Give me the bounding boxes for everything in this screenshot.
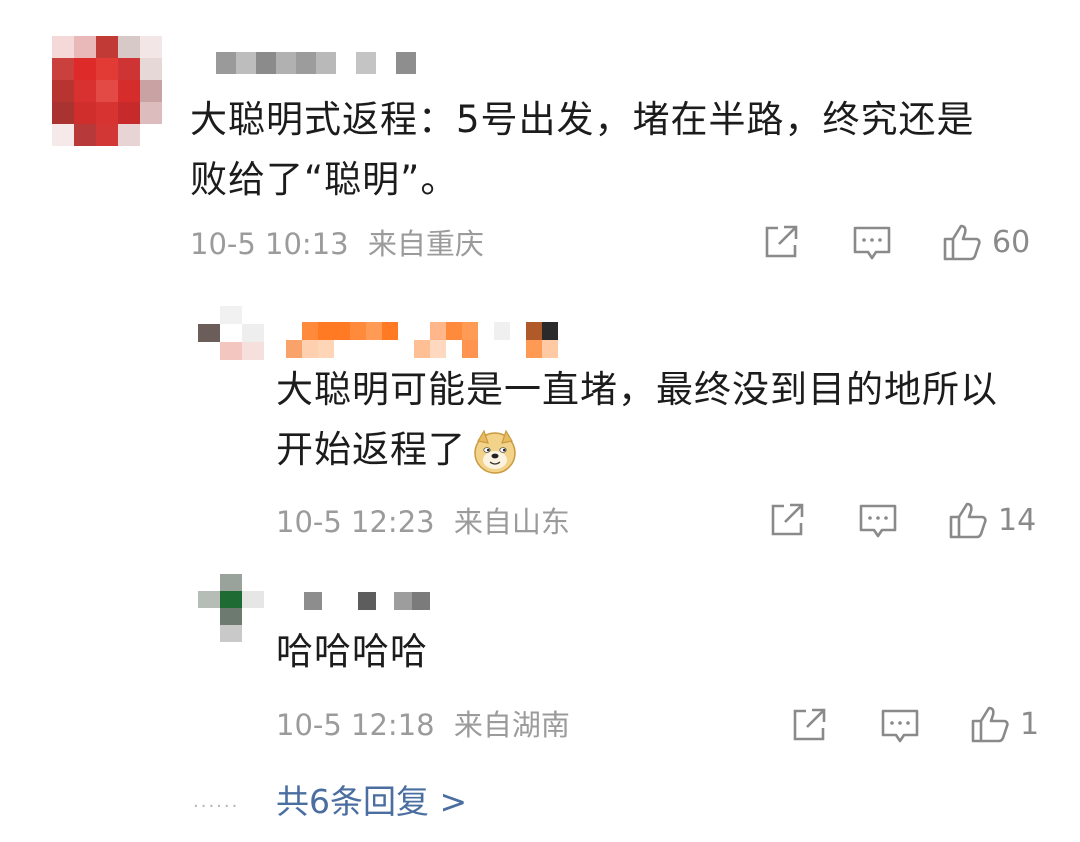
like-button[interactable]: 60 bbox=[942, 222, 1030, 262]
comment-thread: 大聪明式返程：5号出发，堵在半路，终究还是 败给了“聪明”。 10-5 10:1… bbox=[0, 0, 1080, 842]
like-count: 60 bbox=[992, 224, 1031, 260]
comment-meta: 10-5 10:13 来自重庆 bbox=[190, 224, 484, 264]
comment-icon bbox=[881, 709, 919, 743]
reply-text: 大聪明可能是一直堵，最终没到目的地所以 开始返程了 bbox=[276, 360, 998, 480]
reply-text-line-2: 开始返程了 bbox=[276, 420, 998, 480]
share-icon bbox=[771, 503, 804, 536]
like-button[interactable]: 14 bbox=[948, 500, 1036, 540]
comment-button[interactable] bbox=[880, 707, 920, 745]
like-icon bbox=[949, 502, 987, 539]
more-replies-link[interactable]: 共6条回复 > bbox=[276, 780, 467, 824]
like-button[interactable]: 1 bbox=[970, 704, 1039, 744]
more-replies-dots: ······ bbox=[193, 796, 240, 817]
location: 来自山东 bbox=[453, 505, 570, 539]
comment-text-line-1: 大聪明式返程：5号出发，堵在半路，终究还是 bbox=[190, 98, 975, 141]
comment-text-line-2: 败给了“聪明”。 bbox=[190, 158, 459, 201]
location: 来自湖南 bbox=[453, 708, 570, 742]
timestamp: 10-5 12:18 bbox=[276, 708, 435, 742]
like-icon bbox=[971, 706, 1009, 743]
username[interactable] bbox=[304, 592, 430, 610]
timestamp: 10-5 10:13 bbox=[190, 227, 349, 261]
reply-text: 哈哈哈哈 bbox=[276, 622, 428, 682]
avatar[interactable] bbox=[198, 306, 264, 360]
share-button[interactable] bbox=[762, 223, 800, 261]
comment-text: 大聪明式返程：5号出发，堵在半路，终究还是 败给了“聪明”。 bbox=[190, 90, 975, 210]
comment-button[interactable] bbox=[858, 502, 898, 540]
comment-icon bbox=[859, 504, 897, 538]
reply-text-line-1: 哈哈哈哈 bbox=[276, 630, 428, 673]
username[interactable] bbox=[286, 322, 558, 358]
reply-text-line-1: 大聪明可能是一直堵，最终没到目的地所以 bbox=[276, 368, 998, 411]
comment-button[interactable] bbox=[852, 224, 892, 262]
share-icon bbox=[765, 225, 798, 258]
like-icon bbox=[943, 224, 981, 261]
location: 来自重庆 bbox=[367, 227, 484, 261]
username[interactable] bbox=[216, 52, 416, 74]
share-button[interactable] bbox=[768, 501, 806, 539]
reply-meta: 10-5 12:18 来自湖南 bbox=[276, 705, 570, 745]
share-icon bbox=[793, 708, 826, 741]
doge-emoji bbox=[474, 429, 516, 474]
avatar[interactable] bbox=[52, 36, 162, 146]
reply-meta: 10-5 12:23 来自山东 bbox=[276, 502, 570, 542]
avatar[interactable] bbox=[198, 574, 264, 644]
timestamp: 10-5 12:23 bbox=[276, 505, 435, 539]
comment-icon bbox=[853, 226, 891, 260]
like-count: 14 bbox=[998, 502, 1037, 538]
like-count: 1 bbox=[1020, 706, 1040, 742]
share-button[interactable] bbox=[790, 706, 828, 744]
